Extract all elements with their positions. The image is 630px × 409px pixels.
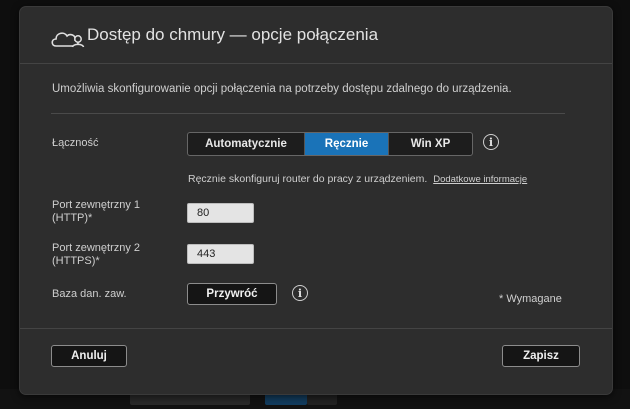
save-button[interactable]: Zapisz [502,345,580,367]
connectivity-selector: Automatycznie Ręcznie Win XP [187,132,473,156]
divider [51,113,565,114]
port2-input[interactable] [187,244,254,264]
restore-button[interactable]: Przywróć [187,283,277,305]
defaults-label: Baza dan. zaw. [52,288,127,300]
required-note: * Wymagane [499,293,562,305]
cancel-button[interactable]: Anuluj [51,345,127,367]
option-automatic[interactable]: Automatycznie [188,133,304,155]
dialog-header: Dostęp do chmury — opcje połączenia [20,7,612,64]
port1-input[interactable] [187,203,254,223]
dialog-description: Umożliwia skonfigurowanie opcji połączen… [52,83,512,95]
info-icon[interactable]: i [483,134,499,150]
connectivity-hint: Ręcznie skonfiguruj router do pracy z ur… [188,173,527,185]
option-win-xp[interactable]: Win XP [388,133,472,155]
cloud-access-dialog: Dostęp do chmury — opcje połączenia Umoż… [19,6,613,395]
cloud-user-icon [51,32,85,48]
dialog-title: Dostęp do chmury — opcje połączenia [87,25,379,44]
port1-label: Port zewnętrzny 1 (HTTP)* [52,199,141,224]
footer-divider [20,328,612,329]
info-icon[interactable]: i [292,285,308,301]
hint-text: Ręcznie skonfiguruj router do pracy z ur… [188,173,428,185]
connectivity-label: Łączność [52,137,99,149]
port2-label: Port zewnętrzny 2 (HTTPS)* [52,242,141,267]
more-info-link[interactable]: Dodatkowe informacje [433,174,527,185]
option-manual[interactable]: Ręcznie [304,133,388,155]
